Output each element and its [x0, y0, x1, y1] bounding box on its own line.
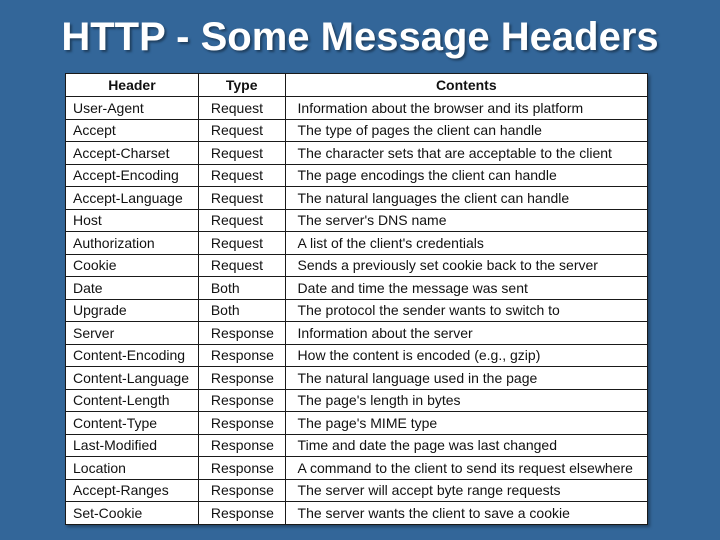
table-row: Accept-Encoding Request The page encodings… — [65, 163, 649, 187]
table-row: Content-Length Response The page's length … — [65, 388, 649, 412]
table-row: Server Response Information about the serv… — [65, 321, 649, 345]
table-row: Upgrade Both The protocol the sender wants… — [65, 298, 649, 322]
table-row: Last-Modified Response Time and date the p… — [65, 433, 649, 457]
contents-cell: Information about the browser and its pl… — [284, 96, 649, 120]
header-name-cell: Last-Modified — [65, 433, 199, 457]
contents-cell: The type of pages the client can handle — [284, 118, 649, 142]
header-name-cell: Host — [65, 208, 199, 232]
type-cell: Response — [197, 501, 286, 525]
column-header-contents: Contents — [284, 73, 649, 97]
type-cell: Response — [197, 411, 286, 435]
type-cell: Request — [197, 141, 286, 165]
contents-cell: The page encodings the client can handle — [284, 163, 649, 187]
table-row: Content-Language Response The natural lang… — [65, 366, 649, 390]
column-header-header: Header — [65, 73, 199, 97]
contents-cell: Time and date the page was last changed — [284, 433, 649, 457]
table-row: Set-Cookie Response The server wants the c… — [65, 501, 649, 525]
header-name-cell: User-Agent — [65, 96, 199, 120]
headers-table-container: Header Type Contents User-Agent Request In… — [65, 73, 649, 525]
table-body: User-Agent Request Information about the b… — [65, 96, 649, 525]
table-row: Accept-Ranges Response The server will acc… — [65, 478, 649, 502]
header-name-cell: Location — [65, 456, 199, 480]
table-row: Accept Request The type of pages the clien… — [65, 118, 649, 142]
http-headers-table: Header Type Contents User-Agent Request In… — [65, 73, 649, 525]
contents-cell: The page's MIME type — [284, 411, 649, 435]
type-cell: Response — [197, 433, 286, 457]
table-row: Host Request The server's DNS name — [65, 208, 649, 232]
table-row: Date Both Date and time the message was se… — [65, 276, 649, 300]
header-name-cell: Content-Encoding — [65, 343, 199, 367]
header-name-cell: Server — [65, 321, 199, 345]
header-name-cell: Set-Cookie — [65, 501, 199, 525]
table-row: Accept-Language Request The natural langua… — [65, 186, 649, 210]
type-cell: Response — [197, 343, 286, 367]
type-cell: Request — [197, 186, 286, 210]
header-name-cell: Date — [65, 276, 199, 300]
type-cell: Response — [197, 478, 286, 502]
contents-cell: A command to the client to send its requ… — [284, 456, 649, 480]
contents-cell: The server will accept byte range reques… — [284, 478, 649, 502]
header-name-cell: Upgrade — [65, 298, 199, 322]
table-row: Accept-Charset Request The character sets … — [65, 141, 649, 165]
table-row: User-Agent Request Information about the b… — [65, 96, 649, 120]
header-name-cell: Content-Length — [65, 388, 199, 412]
header-name-cell: Accept-Language — [65, 186, 199, 210]
type-cell: Response — [197, 366, 286, 390]
contents-cell: How the content is encoded (e.g., gzip) — [284, 343, 649, 367]
type-cell: Response — [197, 388, 286, 412]
table-row: Authorization Request A list of the client… — [65, 231, 649, 255]
table-row: Cookie Request Sends a previously set cook… — [65, 253, 649, 277]
slide-title: HTTP - Some Message Headers — [61, 15, 659, 59]
column-header-type: Type — [197, 73, 286, 97]
table-header-row: Header Type Contents — [65, 73, 649, 97]
contents-cell: The page's length in bytes — [284, 388, 649, 412]
header-name-cell: Accept-Charset — [65, 141, 199, 165]
header-name-cell: Content-Type — [65, 411, 199, 435]
table-row: Location Response A command to the client … — [65, 456, 649, 480]
contents-cell: The natural language used in the page — [284, 366, 649, 390]
type-cell: Request — [197, 253, 286, 277]
header-name-cell: Content-Language — [65, 366, 199, 390]
table-row: Content-Encoding Response How the content … — [65, 343, 649, 367]
type-cell: Response — [197, 456, 286, 480]
type-cell: Request — [197, 163, 286, 187]
type-cell: Both — [197, 298, 286, 322]
table-row: Content-Type Response The page's MIME type — [65, 411, 649, 435]
header-name-cell: Authorization — [65, 231, 199, 255]
header-name-cell: Cookie — [65, 253, 199, 277]
contents-cell: Sends a previously set cookie back to th… — [284, 253, 649, 277]
contents-cell: Information about the server — [284, 321, 649, 345]
contents-cell: The server's DNS name — [284, 208, 649, 232]
type-cell: Request — [197, 231, 286, 255]
type-cell: Both — [197, 276, 286, 300]
contents-cell: The server wants the client to save a co… — [284, 501, 649, 525]
contents-cell: The natural languages the client can han… — [284, 186, 649, 210]
header-name-cell: Accept — [65, 118, 199, 142]
header-name-cell: Accept-Encoding — [65, 163, 199, 187]
contents-cell: Date and time the message was sent — [284, 276, 649, 300]
type-cell: Request — [197, 208, 286, 232]
type-cell: Request — [197, 96, 286, 120]
header-name-cell: Accept-Ranges — [65, 478, 199, 502]
contents-cell: The character sets that are acceptable t… — [284, 141, 649, 165]
type-cell: Response — [197, 321, 286, 345]
contents-cell: A list of the client's credentials — [284, 231, 649, 255]
type-cell: Request — [197, 118, 286, 142]
contents-cell: The protocol the sender wants to switch … — [284, 298, 649, 322]
